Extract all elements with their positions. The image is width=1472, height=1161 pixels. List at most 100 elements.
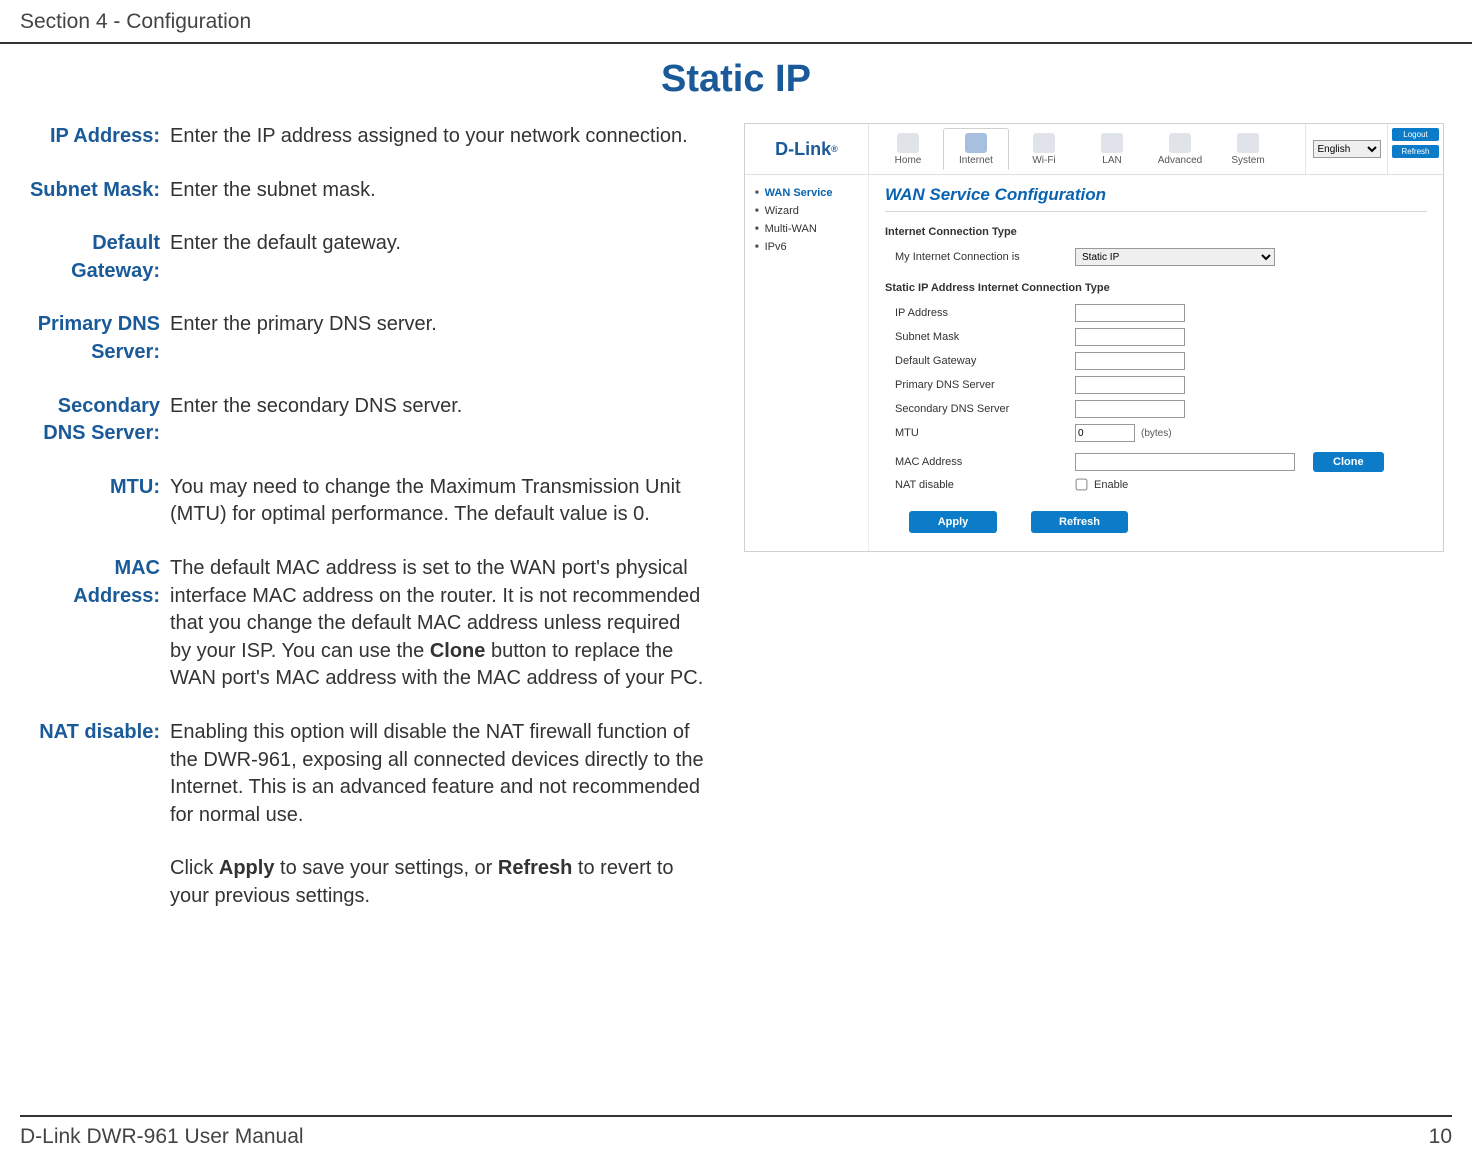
mtu-unit: (bytes) [1141, 428, 1172, 439]
text: Enabling this option will disable the NA… [170, 721, 704, 826]
row-ip-address: IP Address [885, 304, 1427, 322]
home-icon [897, 133, 919, 153]
def-term: Default Gateway: [24, 230, 168, 285]
section-head-static-ip: Static IP Address Internet Connection Ty… [885, 282, 1427, 294]
row-subnet-mask: Subnet Mask [885, 328, 1427, 346]
page-title: Static IP [0, 58, 1472, 101]
def-desc: Enter the primary DNS server. [168, 311, 704, 366]
footer-page-number: 10 [1429, 1125, 1452, 1149]
def-desc: Enter the subnet mask. [168, 177, 704, 205]
internet-icon [965, 133, 987, 153]
label-primary-dns: Primary DNS Server [895, 379, 1075, 391]
apply-button[interactable]: Apply [909, 511, 997, 533]
subnet-mask-input[interactable] [1075, 328, 1185, 346]
section-head-conn-type: Internet Connection Type [885, 226, 1427, 238]
content-wrap: IP Address: Enter the IP address assigne… [0, 123, 1472, 936]
section-header: Section 4 - Configuration [0, 0, 1472, 44]
config-panel: WAN Service Configuration Internet Conne… [869, 175, 1443, 551]
brand-text: D-Link [775, 139, 831, 160]
secondary-dns-input[interactable] [1075, 400, 1185, 418]
sidebar-item-multi-wan[interactable]: Multi-WAN [755, 223, 860, 235]
nat-enable-text: Enable [1094, 479, 1128, 491]
top-right-buttons: Logout Refresh [1387, 124, 1443, 174]
sidebar: WAN Service Wizard Multi-WAN IPv6 [745, 175, 869, 551]
def-desc: You may need to change the Maximum Trans… [168, 474, 704, 529]
footer-left: D-Link DWR-961 User Manual [20, 1125, 304, 1149]
page-footer: D-Link DWR-961 User Manual 10 [20, 1115, 1452, 1149]
bold-clone: Clone [430, 640, 486, 662]
def-term: IP Address: [24, 123, 168, 151]
reg-mark: ® [831, 144, 838, 154]
top-nav: Home Internet Wi-Fi LAN [869, 124, 1305, 174]
label-mac-address: MAC Address [895, 456, 1075, 468]
nav-system[interactable]: System [1215, 128, 1281, 170]
def-desc: Enter the default gateway. [168, 230, 704, 285]
screenshot-wrap: D-Link® Home Internet Wi-Fi [704, 123, 1448, 552]
row-secondary-dns: Secondary DNS Server [885, 400, 1427, 418]
section-header-text: Section 4 - Configuration [20, 10, 251, 33]
language-select[interactable]: English [1313, 140, 1381, 158]
nav-label: System [1231, 155, 1264, 166]
def-nat-disable: NAT disable: Enabling this option will d… [24, 719, 704, 911]
primary-dns-input[interactable] [1075, 376, 1185, 394]
mtu-input[interactable] [1075, 424, 1135, 442]
def-ip-address: IP Address: Enter the IP address assigne… [24, 123, 704, 151]
wifi-icon [1033, 133, 1055, 153]
row-mac-address: MAC Address Clone [885, 452, 1427, 472]
def-desc: Enter the secondary DNS server. [168, 393, 704, 448]
lan-icon [1101, 133, 1123, 153]
def-subnet-mask: Subnet Mask: Enter the subnet mask. [24, 177, 704, 205]
language-cell: English [1305, 124, 1387, 174]
router-screenshot: D-Link® Home Internet Wi-Fi [744, 123, 1444, 552]
nat-disable-checkbox[interactable] [1076, 479, 1088, 491]
label-subnet-mask: Subnet Mask [895, 331, 1075, 343]
def-primary-dns: Primary DNS Server: Enter the primary DN… [24, 311, 704, 366]
sidebar-item-wan-service[interactable]: WAN Service [755, 187, 860, 199]
refresh-button[interactable]: Refresh [1031, 511, 1128, 533]
def-default-gateway: Default Gateway: Enter the default gatew… [24, 230, 704, 285]
row-mtu: MTU (bytes) [885, 424, 1427, 442]
def-desc: Enter the IP address assigned to your ne… [168, 123, 704, 151]
sidebar-item-wizard[interactable]: Wizard [755, 205, 860, 217]
mac-address-input[interactable] [1075, 453, 1295, 471]
top-refresh-button[interactable]: Refresh [1392, 145, 1439, 158]
ip-address-input[interactable] [1075, 304, 1185, 322]
nav-advanced[interactable]: Advanced [1147, 128, 1213, 170]
default-gateway-input[interactable] [1075, 352, 1185, 370]
def-mtu: MTU: You may need to change the Maximum … [24, 474, 704, 529]
def-term: MAC Address: [24, 555, 168, 693]
definitions-list: IP Address: Enter the IP address assigne… [24, 123, 704, 936]
label-ip-address: IP Address [895, 307, 1075, 319]
nav-label: Advanced [1158, 155, 1202, 166]
def-desc: The default MAC address is set to the WA… [168, 555, 704, 693]
row-primary-dns: Primary DNS Server [885, 376, 1427, 394]
bold-apply: Apply [219, 857, 275, 879]
bold-refresh: Refresh [498, 857, 572, 879]
def-term: Subnet Mask: [24, 177, 168, 205]
label-default-gateway: Default Gateway [895, 355, 1075, 367]
nav-internet[interactable]: Internet [943, 128, 1009, 170]
row-nat-disable: NAT disable Enable [885, 478, 1427, 491]
sidebar-item-ipv6[interactable]: IPv6 [755, 241, 860, 253]
def-desc: Enabling this option will disable the NA… [168, 719, 704, 911]
def-term: Secondary DNS Server: [24, 393, 168, 448]
nav-home[interactable]: Home [875, 128, 941, 170]
connection-type-select[interactable]: Static IP [1075, 248, 1275, 266]
logout-button[interactable]: Logout [1392, 128, 1439, 141]
label-nat-disable: NAT disable [895, 479, 1075, 491]
text: Click [170, 857, 219, 879]
nav-wifi[interactable]: Wi-Fi [1011, 128, 1077, 170]
clone-button[interactable]: Clone [1313, 452, 1384, 472]
def-term: MTU: [24, 474, 168, 529]
apply-note: Click Apply to save your settings, or Re… [170, 855, 704, 910]
nav-lan[interactable]: LAN [1079, 128, 1145, 170]
advanced-icon [1169, 133, 1191, 153]
nav-label: Home [895, 155, 922, 166]
panel-title: WAN Service Configuration [885, 185, 1427, 212]
nav-label: Wi-Fi [1032, 155, 1055, 166]
row-default-gateway: Default Gateway [885, 352, 1427, 370]
nav-label: LAN [1102, 155, 1121, 166]
def-secondary-dns: Secondary DNS Server: Enter the secondar… [24, 393, 704, 448]
label-mtu: MTU [895, 427, 1075, 439]
def-term: NAT disable: [24, 719, 168, 911]
